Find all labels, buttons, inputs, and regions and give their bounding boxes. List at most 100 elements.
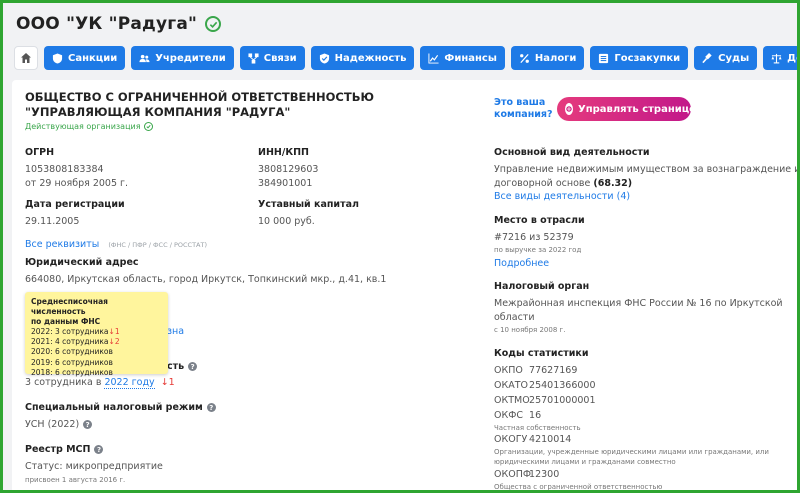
employees-count: 3 сотрудника в: [25, 377, 102, 388]
reg-date-label: Дата регистрации: [25, 199, 125, 210]
tab-label: Санкции: [68, 52, 118, 64]
company-full-name: ОБЩЕСТВО С ОГРАНИЧЕННОЙ ОТВЕТСТВЕННОСТЬЮ…: [25, 90, 374, 119]
employees-tooltip: Среднесписочная численность по данным ФН…: [25, 292, 168, 377]
okfs-note: Частная собственность: [494, 424, 581, 432]
oktmo-row: ОКТМО 25701000001: [494, 395, 596, 406]
requisites-row: Все реквизиты (ФНС / ПФР / ФСС / РОССТАТ…: [25, 232, 207, 251]
tab-taxes[interactable]: Налоги: [510, 46, 585, 70]
tax-office-line-1: Межрайонная инспекция ФНС России № 16 по…: [494, 298, 783, 309]
gear-icon: [565, 103, 573, 115]
tab-links[interactable]: Связи: [239, 46, 305, 70]
activity-code: (68.32): [593, 178, 633, 189]
employees-delta: ↓1: [160, 377, 175, 388]
chart-icon: [428, 52, 439, 64]
msp-since: присвоен 1 августа 2016 г.: [25, 476, 126, 484]
inn-label: ИНН/КПП: [258, 147, 309, 158]
tab-finance[interactable]: Финансы: [420, 46, 505, 70]
msp-status: Статус: микропредприятие: [25, 461, 163, 472]
tooltip-row-text: 2020: 6 сотрудников: [31, 347, 113, 357]
status-badge: Действующая организация: [25, 122, 153, 131]
down-arrow-delta: ↓1: [108, 327, 120, 336]
industry-rank-note: по выручке за 2022 год: [494, 246, 582, 254]
help-icon[interactable]: ?: [83, 420, 93, 429]
section-tabs: Санкции Учредители Связи Надежность Фина…: [14, 46, 800, 70]
network-icon: [248, 52, 259, 64]
obscured-link-fragment[interactable]: зна: [167, 326, 184, 337]
help-icon[interactable]: ?: [188, 362, 198, 371]
ogrn-date: от 29 ноября 2005 г.: [25, 178, 129, 189]
okogu-note-2: юридическими лицами и гражданами совмест…: [494, 458, 676, 466]
msp-label-text: Реестр МСП: [25, 444, 91, 455]
activity-line-2-text: договорной основе: [494, 178, 591, 189]
code-key: ОКАТО: [494, 380, 529, 391]
inn-value: 3808129603: [258, 164, 319, 175]
okopf-note: Общества с ограниченной ответственностью: [494, 483, 663, 491]
employees-label-tail: сть: [167, 361, 185, 372]
okogu-note-1: Организации, учрежденные юридическими ли…: [494, 448, 769, 456]
gavel-icon: [702, 52, 712, 63]
tab-home[interactable]: [14, 46, 38, 70]
tax-regime-label-text: Специальный налоговый режим: [25, 402, 203, 413]
code-value: 12300: [529, 469, 560, 480]
all-activities-link[interactable]: Все виды деятельности (4): [494, 191, 630, 202]
tooltip-row: 2019: 6 сотрудников: [31, 358, 162, 368]
tab-courts[interactable]: Суды: [694, 46, 758, 70]
tooltip-row: 2022: 3 сотрудника↓1: [31, 327, 162, 337]
tax-office-since: с 10 ноября 2008 г.: [494, 326, 566, 334]
code-key: ОКОГУ: [494, 434, 528, 445]
page-title: ООО "УК "Радуга": [16, 14, 198, 34]
status-text: Действующая организация: [25, 122, 141, 131]
okogu-row: ОКОГУ 4210014: [494, 434, 571, 445]
okfs-row: ОКФС 16: [494, 410, 541, 421]
help-icon[interactable]: ?: [206, 403, 216, 412]
tooltip-subtitle: по данным ФНС: [31, 317, 101, 326]
tab-reliability[interactable]: Надежность: [310, 46, 415, 70]
tab-label: Налоги: [534, 52, 577, 64]
activity-line-1: Управление недвижимым имуществом за возн…: [494, 164, 800, 175]
capital-value: 10 000 руб.: [258, 216, 315, 227]
address-label: Юридический адрес: [25, 257, 139, 268]
tab-label: Учредители: [155, 52, 226, 64]
tax-regime-value: УСН (2022)?: [25, 419, 93, 430]
tab-sanctions[interactable]: Санкции: [44, 46, 126, 70]
tooltip-row: 2021: 4 сотрудника↓2: [31, 337, 162, 347]
shield-dollar-icon: [52, 52, 63, 64]
all-requisites-link[interactable]: Все реквизиты: [25, 239, 99, 250]
employees-value: 3 сотрудника в 2022 году ↓1: [25, 377, 175, 389]
tooltip-row-text: 2018: 6 сотрудников: [31, 367, 113, 377]
okopf-row: ОКОПФ 12300: [494, 469, 559, 480]
tab-label: Госзакупки: [614, 52, 681, 64]
reg-date-value: 29.11.2005: [25, 216, 80, 227]
kpp-value: 384901001: [258, 178, 313, 189]
tax-office-label: Налоговый орган: [494, 281, 590, 292]
company-card: ОБЩЕСТВО С ОГРАНИЧЕННОЙ ОТВЕТСТВЕННОСТЬЮ…: [12, 80, 800, 493]
tab-label: Долги: [787, 52, 800, 64]
manage-page-button[interactable]: Управлять страницей: [557, 97, 703, 121]
stats-codes-label: Коды статистики: [494, 348, 589, 359]
tab-debts[interactable]: Долги: [763, 46, 800, 70]
ogrn-value: 1053808183384: [25, 164, 104, 175]
msp-label: Реестр МСП?: [25, 444, 104, 455]
activity-label: Основной вид деятельности: [494, 147, 650, 158]
tooltip-title: Среднесписочная численность: [31, 297, 108, 316]
tab-label: Финансы: [444, 52, 497, 64]
requisites-sources: (ФНС / ПФР / ФСС / РОССТАТ): [108, 241, 207, 249]
tab-label: Суды: [718, 52, 750, 64]
code-value: 25701000001: [529, 395, 596, 406]
rank-details-link[interactable]: Подробнее: [494, 258, 549, 269]
employees-label-fragment: сть?: [167, 361, 198, 372]
capital-label: Уставный капитал: [258, 199, 359, 210]
tooltip-row-text: 2021: 4 сотрудника: [31, 337, 109, 347]
okpo-row: ОКПО 77627169: [494, 365, 577, 376]
tab-founders[interactable]: Учредители: [131, 46, 234, 70]
code-value: 77627169: [529, 365, 578, 376]
tab-label: Связи: [263, 52, 297, 64]
tax-regime-value-text: УСН (2022): [25, 419, 80, 430]
percent-icon: [519, 53, 529, 63]
scales-icon: [771, 53, 782, 63]
tab-procurement[interactable]: Госзакупки: [590, 46, 689, 70]
help-icon[interactable]: ?: [94, 445, 104, 454]
home-icon: [21, 53, 31, 63]
code-key: ОКФС: [494, 410, 524, 421]
employees-year-link[interactable]: 2022 году: [104, 377, 155, 389]
